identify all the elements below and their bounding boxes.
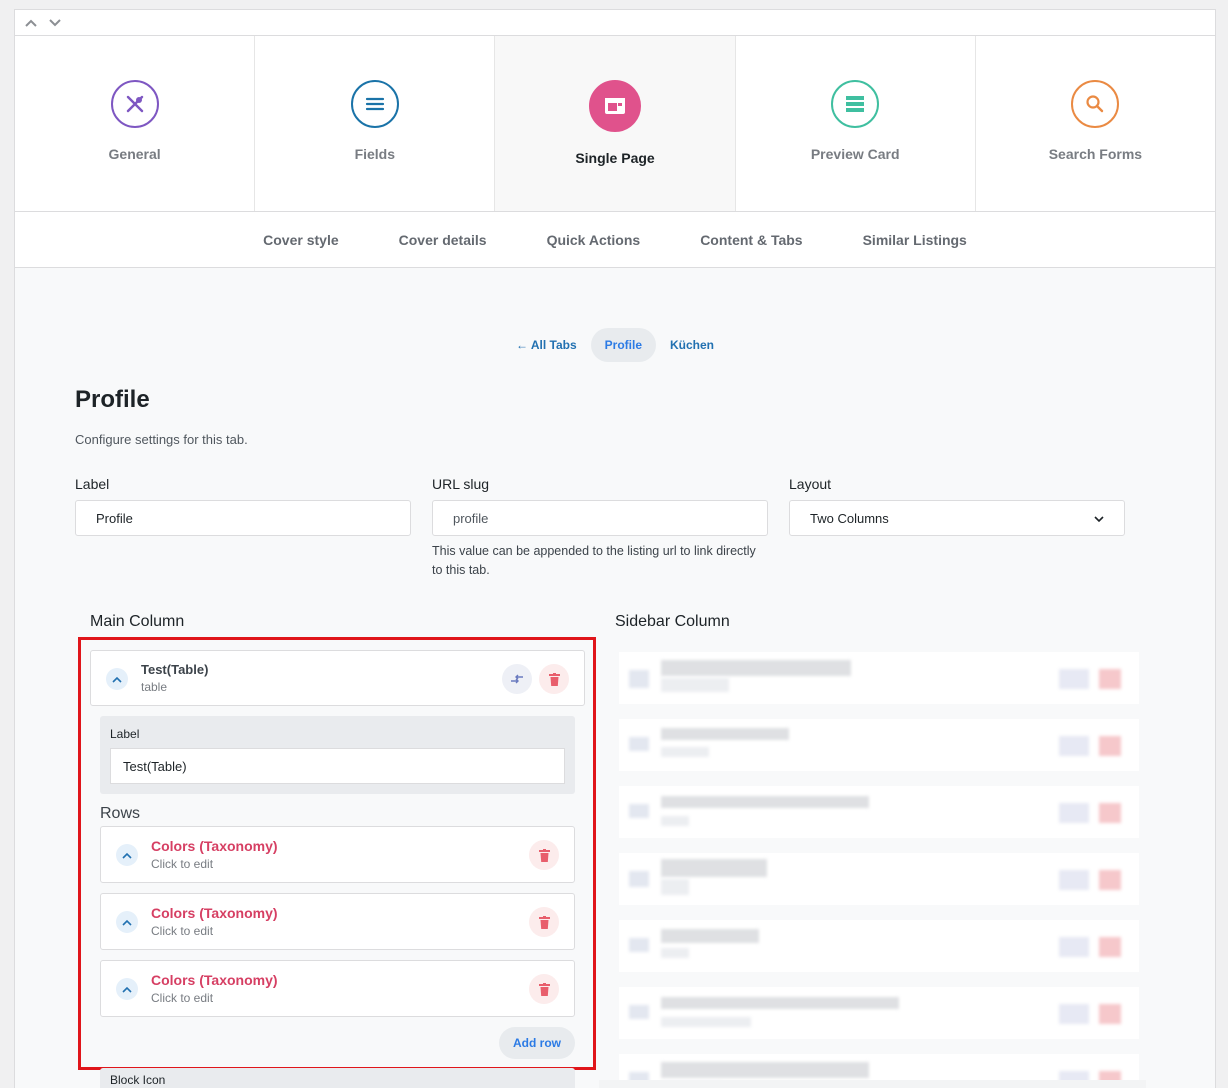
label-field-group: Label Profile: [75, 476, 411, 580]
layout-field-group: Layout Two Columns: [789, 476, 1125, 580]
chevron-up-icon[interactable]: [116, 844, 138, 866]
utensils-icon: [110, 80, 159, 128]
nav-label: Fields: [354, 146, 396, 162]
subnav-similar-listings[interactable]: Similar Listings: [863, 232, 967, 248]
block-icon-panel: Block Icon: [100, 1068, 575, 1088]
label-input[interactable]: Profile: [75, 500, 411, 536]
subnav-content-tabs[interactable]: Content & Tabs: [700, 232, 802, 248]
trash-icon[interactable]: [529, 840, 559, 870]
sub-nav: Cover style Cover details Quick Actions …: [15, 212, 1215, 268]
trash-icon[interactable]: [529, 907, 559, 937]
nav-preview-card[interactable]: Preview Card: [736, 36, 976, 211]
search-icon: [1071, 80, 1120, 128]
nav-fields[interactable]: Fields: [255, 36, 496, 211]
layout-select[interactable]: Two Columns: [789, 500, 1125, 536]
row-title: Colors (Taxonomy): [151, 838, 278, 854]
tab-profile[interactable]: Profile: [590, 328, 656, 362]
chevron-up-icon[interactable]: [106, 668, 128, 690]
rows-heading: Rows: [100, 805, 141, 822]
slug-help-text: This value can be appended to the listin…: [432, 544, 756, 577]
chevron-up-icon[interactable]: [21, 13, 41, 33]
chevron-down-icon[interactable]: [45, 13, 65, 33]
trash-icon[interactable]: [539, 664, 569, 694]
page-description: Configure settings for this tab.: [75, 432, 248, 447]
subnav-quick-actions[interactable]: Quick Actions: [547, 232, 641, 248]
url-slug-input[interactable]: profile: [432, 500, 768, 536]
label-field-label: Label: [75, 476, 110, 492]
table-block-header[interactable]: Test(Table) table: [90, 650, 585, 706]
chevron-up-icon[interactable]: [116, 978, 138, 1000]
layout-select-value: Two Columns: [810, 510, 889, 526]
tab-form: Label Profile URL slug profile This valu…: [75, 476, 1125, 580]
block-icon-label: Block Icon: [110, 1073, 166, 1087]
row-subtitle: Click to edit: [151, 924, 214, 938]
tab-settings: Profile Configure settings for this tab.…: [75, 386, 1125, 577]
layout-field-label: Layout: [789, 476, 832, 492]
collapse-bar: [15, 10, 1215, 36]
table-row[interactable]: Colors (Taxonomy) Click to edit: [100, 893, 575, 950]
sidebar-block[interactable]: [619, 786, 1139, 838]
chevron-up-icon[interactable]: [116, 911, 138, 933]
slug-field-label: URL slug: [432, 476, 490, 492]
nav-label: Single Page: [575, 150, 655, 166]
row-title: Colors (Taxonomy): [151, 972, 278, 988]
nav-general[interactable]: General: [15, 36, 256, 211]
nav-single-page[interactable]: Single Page: [495, 36, 736, 211]
main-column-title: Main Column: [90, 613, 185, 630]
subnav-cover-style[interactable]: Cover style: [263, 232, 338, 248]
row-subtitle: Click to edit: [151, 991, 214, 1005]
block-title: Test(Table): [141, 662, 209, 677]
nav-label: General: [108, 146, 161, 162]
block-type: table: [141, 680, 168, 694]
chevron-down-icon: [1094, 511, 1104, 526]
trash-icon[interactable]: [529, 974, 559, 1004]
sidebar-block[interactable]: [619, 652, 1139, 704]
block-label-caption: Label: [110, 727, 140, 741]
nav-label: Search Forms: [1048, 146, 1143, 162]
sidebar-block[interactable]: [619, 719, 1139, 771]
subnav-cover-details[interactable]: Cover details: [399, 232, 487, 248]
main-nav: General Fields Single Page Preview Card …: [15, 36, 1215, 212]
nav-label: Preview Card: [810, 146, 900, 162]
browser-window-icon: [589, 80, 641, 132]
row-subtitle: Click to edit: [151, 857, 214, 871]
tab-kuchen[interactable]: Küchen: [656, 328, 728, 362]
sidebar-column-title: Sidebar Column: [615, 613, 730, 630]
sidebar-block[interactable]: [619, 920, 1139, 972]
tab-breadcrumb: ← All Tabs Profile Küchen: [15, 328, 1215, 362]
block-label-panel: Label Test(Table): [100, 716, 575, 794]
slug-field-group: URL slug profile This value can be appen…: [432, 476, 768, 580]
card-icon: [831, 80, 880, 128]
nav-search-forms[interactable]: Search Forms: [976, 36, 1215, 211]
row-title: Colors (Taxonomy): [151, 905, 278, 921]
list-lines-icon: [350, 80, 399, 128]
swap-icon[interactable]: [502, 664, 532, 694]
table-row[interactable]: Colors (Taxonomy) Click to edit: [100, 960, 575, 1017]
sidebar-block[interactable]: [619, 987, 1139, 1039]
page-title: Profile: [75, 386, 150, 413]
sidebar-block[interactable]: [619, 853, 1139, 905]
bottom-strip: [599, 1080, 1146, 1088]
block-label-input[interactable]: Test(Table): [110, 748, 565, 784]
table-row[interactable]: Colors (Taxonomy) Click to edit: [100, 826, 575, 883]
add-row-button[interactable]: Add row: [499, 1027, 575, 1059]
all-tabs-link[interactable]: ← All Tabs: [502, 328, 591, 362]
